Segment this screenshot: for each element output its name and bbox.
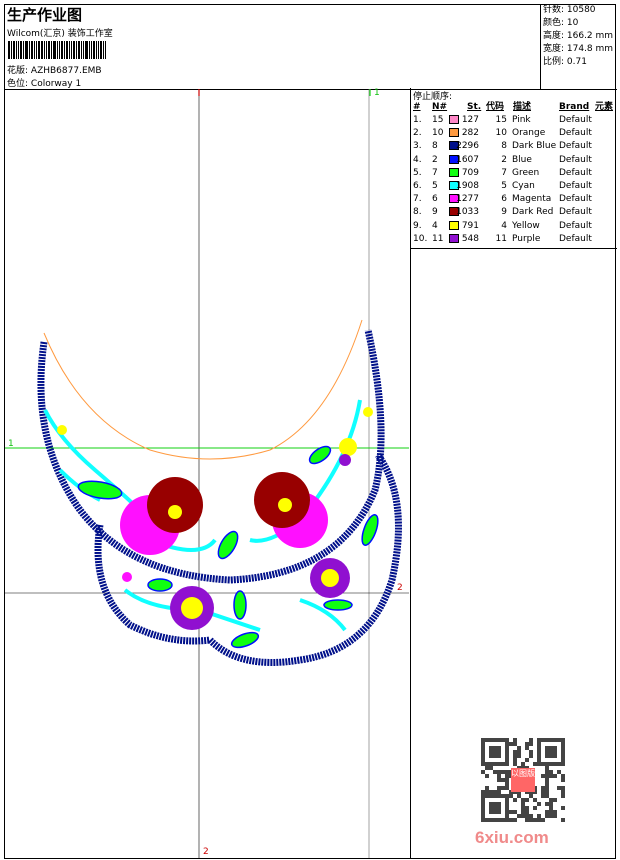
col-brand: Brand [559, 102, 590, 112]
color-stop-table: 停止顺序: # N# St. 代码 描述 Brand 元素 1. 15 127 15 P… [410, 88, 617, 249]
row-code: 9 [501, 207, 507, 218]
row-code: 7 [501, 167, 507, 178]
row-num: 9. [413, 220, 422, 231]
row-brand: Default [559, 181, 592, 191]
row-code: 11 [495, 233, 507, 244]
flower-bottom-left [170, 586, 214, 630]
row-n: 5 [432, 181, 438, 191]
row-brand: Default [559, 154, 592, 165]
table-row: 5. 7 709 7 Green Default [411, 167, 617, 180]
row-desc: Dark Blue [512, 141, 557, 152]
row-brand: Default [559, 207, 592, 218]
table-row: 4. 2 1607 2 Blue Default [411, 154, 617, 167]
row-code: 8 [501, 141, 507, 152]
table-row: 6. 5 1908 5 Cyan Default [411, 180, 617, 193]
table-row: 7. 6 1277 6 Magenta Default [411, 193, 617, 206]
row-code: 2 [501, 154, 507, 165]
row-desc: Blue [512, 154, 532, 165]
row-code: 5 [501, 181, 507, 191]
col-n: N# [432, 102, 448, 112]
guide-label-v1: 1 [374, 88, 380, 98]
row-brand: Default [559, 167, 592, 178]
row-num: 3. [413, 141, 422, 152]
color-swatch [449, 128, 459, 138]
flower-right [254, 472, 328, 548]
row-desc: Cyan [512, 181, 535, 191]
row-brand: Default [559, 194, 592, 205]
row-num: 5. [413, 167, 422, 178]
flower-bottom-right [310, 558, 350, 598]
col-code: 代码 [486, 102, 505, 112]
row-n: 7 [432, 167, 438, 178]
row-desc: Magenta [512, 194, 552, 205]
right-panel: 以图版 6xiu.com [410, 248, 617, 859]
row-n: 6 [432, 194, 438, 205]
row-n: 15 [432, 115, 444, 125]
row-stitches: 282 [461, 128, 479, 139]
row-stitches: 1277 [456, 194, 479, 205]
color-swatch [449, 115, 459, 124]
row-brand: Default [559, 220, 592, 231]
row-n: 10 [432, 128, 444, 139]
row-num: 7. [413, 194, 422, 205]
guide-label-h1: 1 [8, 439, 14, 449]
row-stitches: 2296 [456, 141, 479, 152]
table-header: # N# St. 代码 描述 Brand 元素 [411, 101, 617, 114]
table-row: 10. 11 548 11 Purple Default [411, 233, 617, 246]
row-desc: Pink [512, 115, 531, 125]
row-num: 4. [413, 154, 422, 165]
row-num: 1. [413, 115, 422, 125]
col-num: # [413, 102, 421, 112]
guide-label-v2: 2 [203, 847, 209, 857]
row-desc: Orange [512, 128, 546, 139]
row-stitches: 1607 [456, 154, 479, 165]
row-code: 4 [501, 220, 507, 231]
row-n: 4 [432, 220, 438, 231]
table-row: 9. 4 791 4 Yellow Default [411, 220, 617, 233]
row-brand: Default [559, 233, 592, 244]
row-num: 10. [413, 233, 428, 244]
table-row: 8. 9 1033 9 Dark Red Default [411, 206, 617, 219]
row-stitches: 709 [461, 167, 479, 178]
row-desc: Purple [512, 233, 541, 244]
row-desc: Green [512, 167, 540, 178]
row-brand: Default [559, 141, 592, 152]
row-stitches: 1908 [456, 181, 479, 191]
row-n: 2 [432, 154, 438, 165]
flower-left [120, 477, 203, 555]
col-st: St. [467, 102, 482, 112]
row-stitches: 1033 [456, 207, 479, 218]
row-n: 11 [432, 233, 444, 244]
row-stitches: 548 [461, 233, 479, 244]
row-code: 15 [495, 115, 507, 125]
row-n: 9 [432, 207, 438, 218]
row-desc: Yellow [512, 220, 540, 231]
orange-outline [43, 319, 363, 460]
row-num: 2. [413, 128, 422, 139]
row-stitches: 791 [461, 220, 479, 231]
table-row: 3. 8 2296 8 Dark Blue Default [411, 140, 617, 153]
row-n: 8 [432, 141, 438, 152]
table-row: 1. 15 127 15 Pink Default [411, 114, 617, 127]
color-swatch [449, 167, 459, 177]
col-element: 元素 [595, 102, 614, 112]
row-code: 6 [501, 194, 507, 205]
table-row: 2. 10 282 10 Orange Default [411, 127, 617, 140]
row-desc: Dark Red [512, 207, 554, 218]
row-num: 8. [413, 207, 422, 218]
row-stitches: 127 [461, 115, 479, 125]
stamp-seal: 以图版 [511, 768, 535, 792]
row-brand: Default [559, 115, 592, 125]
color-swatch [449, 220, 459, 230]
row-code: 10 [495, 128, 507, 139]
col-desc: 描述 [513, 102, 532, 112]
row-brand: Default [559, 128, 592, 139]
row-num: 6. [413, 181, 422, 191]
color-swatch [449, 233, 459, 243]
guide-label-h2: 2 [397, 583, 403, 593]
watermark-logo: 6xiu.com [475, 828, 549, 847]
